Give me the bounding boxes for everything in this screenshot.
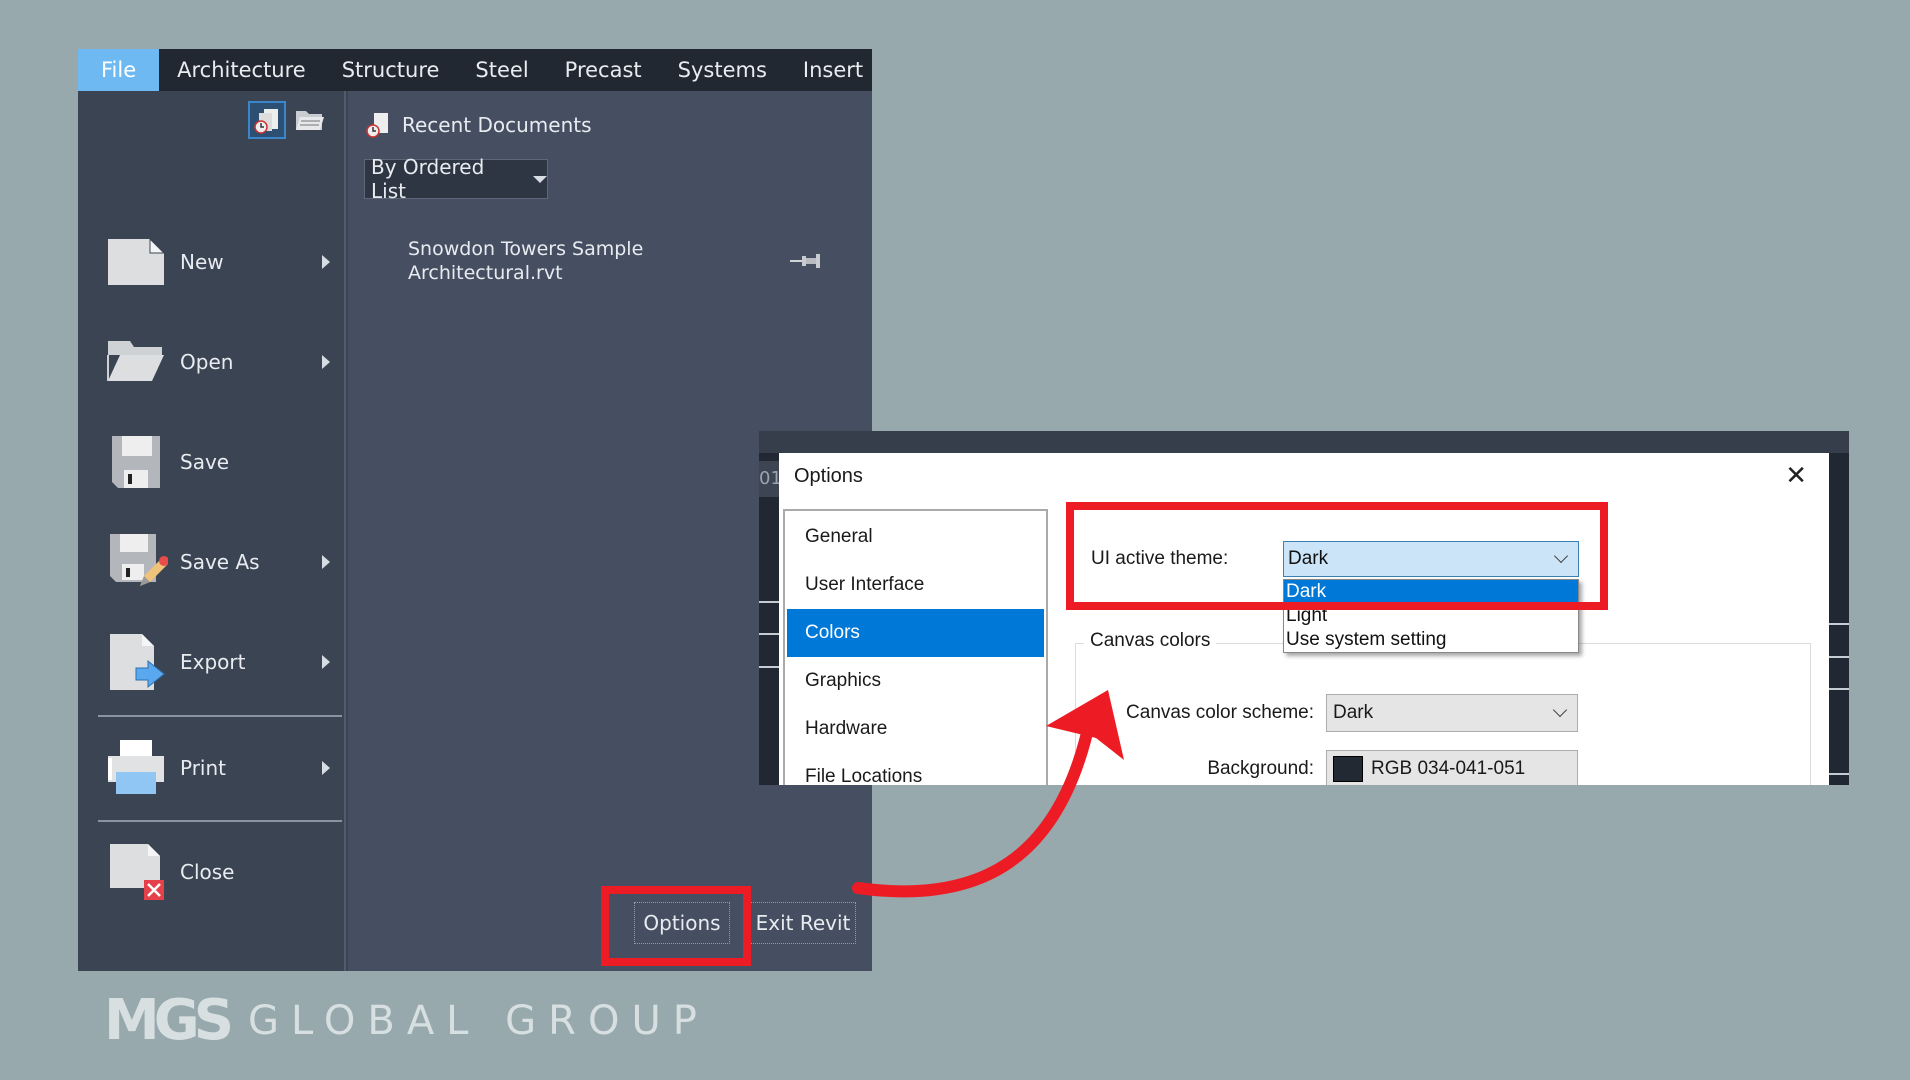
menu-item-new[interactable]: New [104, 231, 334, 293]
menu-item-close[interactable]: Close [104, 841, 334, 903]
nav-colors[interactable]: Colors [787, 609, 1044, 657]
submenu-arrow-icon [322, 555, 330, 569]
recent-documents-heading: Recent Documents [364, 111, 592, 139]
options-highlight-box [601, 886, 751, 966]
menu-item-open[interactable]: Open [104, 331, 334, 393]
submenu-arrow-icon [322, 761, 330, 775]
menu-item-export[interactable]: Export [104, 631, 334, 693]
nav-file-locations[interactable]: File Locations [787, 753, 1044, 785]
nav-hardware[interactable]: Hardware [787, 705, 1044, 753]
submenu-arrow-icon [322, 655, 330, 669]
tab-precast[interactable]: Precast [547, 49, 660, 91]
close-icon[interactable]: ✕ [1785, 463, 1807, 489]
sort-order-dropdown[interactable]: By Ordered List [364, 155, 548, 203]
save-as-icon [110, 534, 168, 586]
recent-documents-icon [254, 109, 278, 134]
menu-item-print[interactable]: Print [104, 737, 334, 799]
canvas-scheme-select[interactable]: Dark [1326, 694, 1578, 732]
background-window-bar [759, 431, 1849, 453]
menu-divider [98, 820, 342, 822]
background-color-button[interactable]: RGB 034-041-051 [1326, 750, 1578, 785]
recent-documents-toggle[interactable] [248, 101, 286, 139]
menu-item-label: Save [180, 450, 230, 474]
new-document-icon [108, 237, 166, 285]
canvas-colors-group: Canvas colors Canvas color scheme: Dark … [1075, 630, 1811, 785]
nav-general[interactable]: General [787, 513, 1044, 561]
open-documents-toggle[interactable] [292, 103, 330, 141]
tab-file[interactable]: File [78, 49, 160, 91]
submenu-arrow-icon [322, 255, 330, 269]
options-category-list: General User Interface Colors Graphics H… [783, 509, 1048, 785]
menu-item-label: Open [180, 350, 234, 374]
menu-item-save[interactable]: Save [104, 431, 334, 493]
tab-insert[interactable]: Insert [785, 49, 881, 91]
company-logo: MGS GLOBAL GROUP [104, 988, 709, 1053]
menu-item-label: Save As [180, 550, 260, 574]
menu-divider [98, 715, 342, 717]
chevron-down-icon [1552, 702, 1568, 718]
tab-steel[interactable]: Steel [457, 49, 546, 91]
menu-item-save-as[interactable]: Save As [104, 531, 334, 593]
floppy-disk-icon [112, 436, 160, 488]
tab-systems[interactable]: Systems [660, 49, 785, 91]
nav-graphics[interactable]: Graphics [787, 657, 1044, 705]
export-icon [110, 634, 165, 690]
background-window-edge: 01 [759, 461, 782, 785]
background-window-edge [1829, 453, 1849, 785]
ribbon-tab-bar: File Architecture Structure Steel Precas… [78, 49, 872, 91]
menu-item-label: Close [180, 860, 235, 884]
canvas-scheme-row: Canvas color scheme: Dark [1076, 694, 1578, 732]
canvas-colors-legend: Canvas colors [1084, 630, 1217, 652]
theme-option-system[interactable]: Use system setting [1284, 628, 1578, 652]
logo-text: GLOBAL GROUP [248, 997, 709, 1044]
menu-item-label: Print [180, 756, 227, 780]
recent-documents-icon [366, 113, 388, 138]
exit-revit-button[interactable]: Exit Revit [750, 902, 856, 944]
tab-architecture[interactable]: Architecture [159, 49, 324, 91]
pin-icon[interactable] [790, 251, 822, 271]
canvas-scheme-label: Canvas color scheme: [1126, 702, 1314, 723]
dropdown-caret-icon [533, 175, 547, 183]
tab-structure[interactable]: Structure [324, 49, 458, 91]
recent-document-item[interactable]: Snowdon Towers Sample Architectural.rvt [408, 237, 708, 285]
logo-mark: MGS [104, 988, 234, 1053]
open-documents-icon [296, 111, 324, 130]
menu-item-label: New [180, 250, 224, 274]
revit-application-menu: File Architecture Structure Steel Precas… [78, 49, 872, 971]
dialog-title: Options [794, 465, 863, 487]
theme-highlight-box [1066, 502, 1608, 610]
color-swatch [1333, 756, 1363, 782]
open-folder-icon [107, 341, 164, 381]
background-label: Background: [1207, 758, 1314, 779]
close-document-icon [110, 844, 164, 900]
nav-user-interface[interactable]: User Interface [787, 561, 1044, 609]
menu-item-label: Export [180, 650, 246, 674]
background-row: Background: RGB 034-041-051 [1076, 750, 1578, 785]
submenu-arrow-icon [322, 355, 330, 369]
file-menu-commands: New Open Save Save As Export Print Close [78, 91, 346, 971]
printer-icon [108, 740, 164, 794]
